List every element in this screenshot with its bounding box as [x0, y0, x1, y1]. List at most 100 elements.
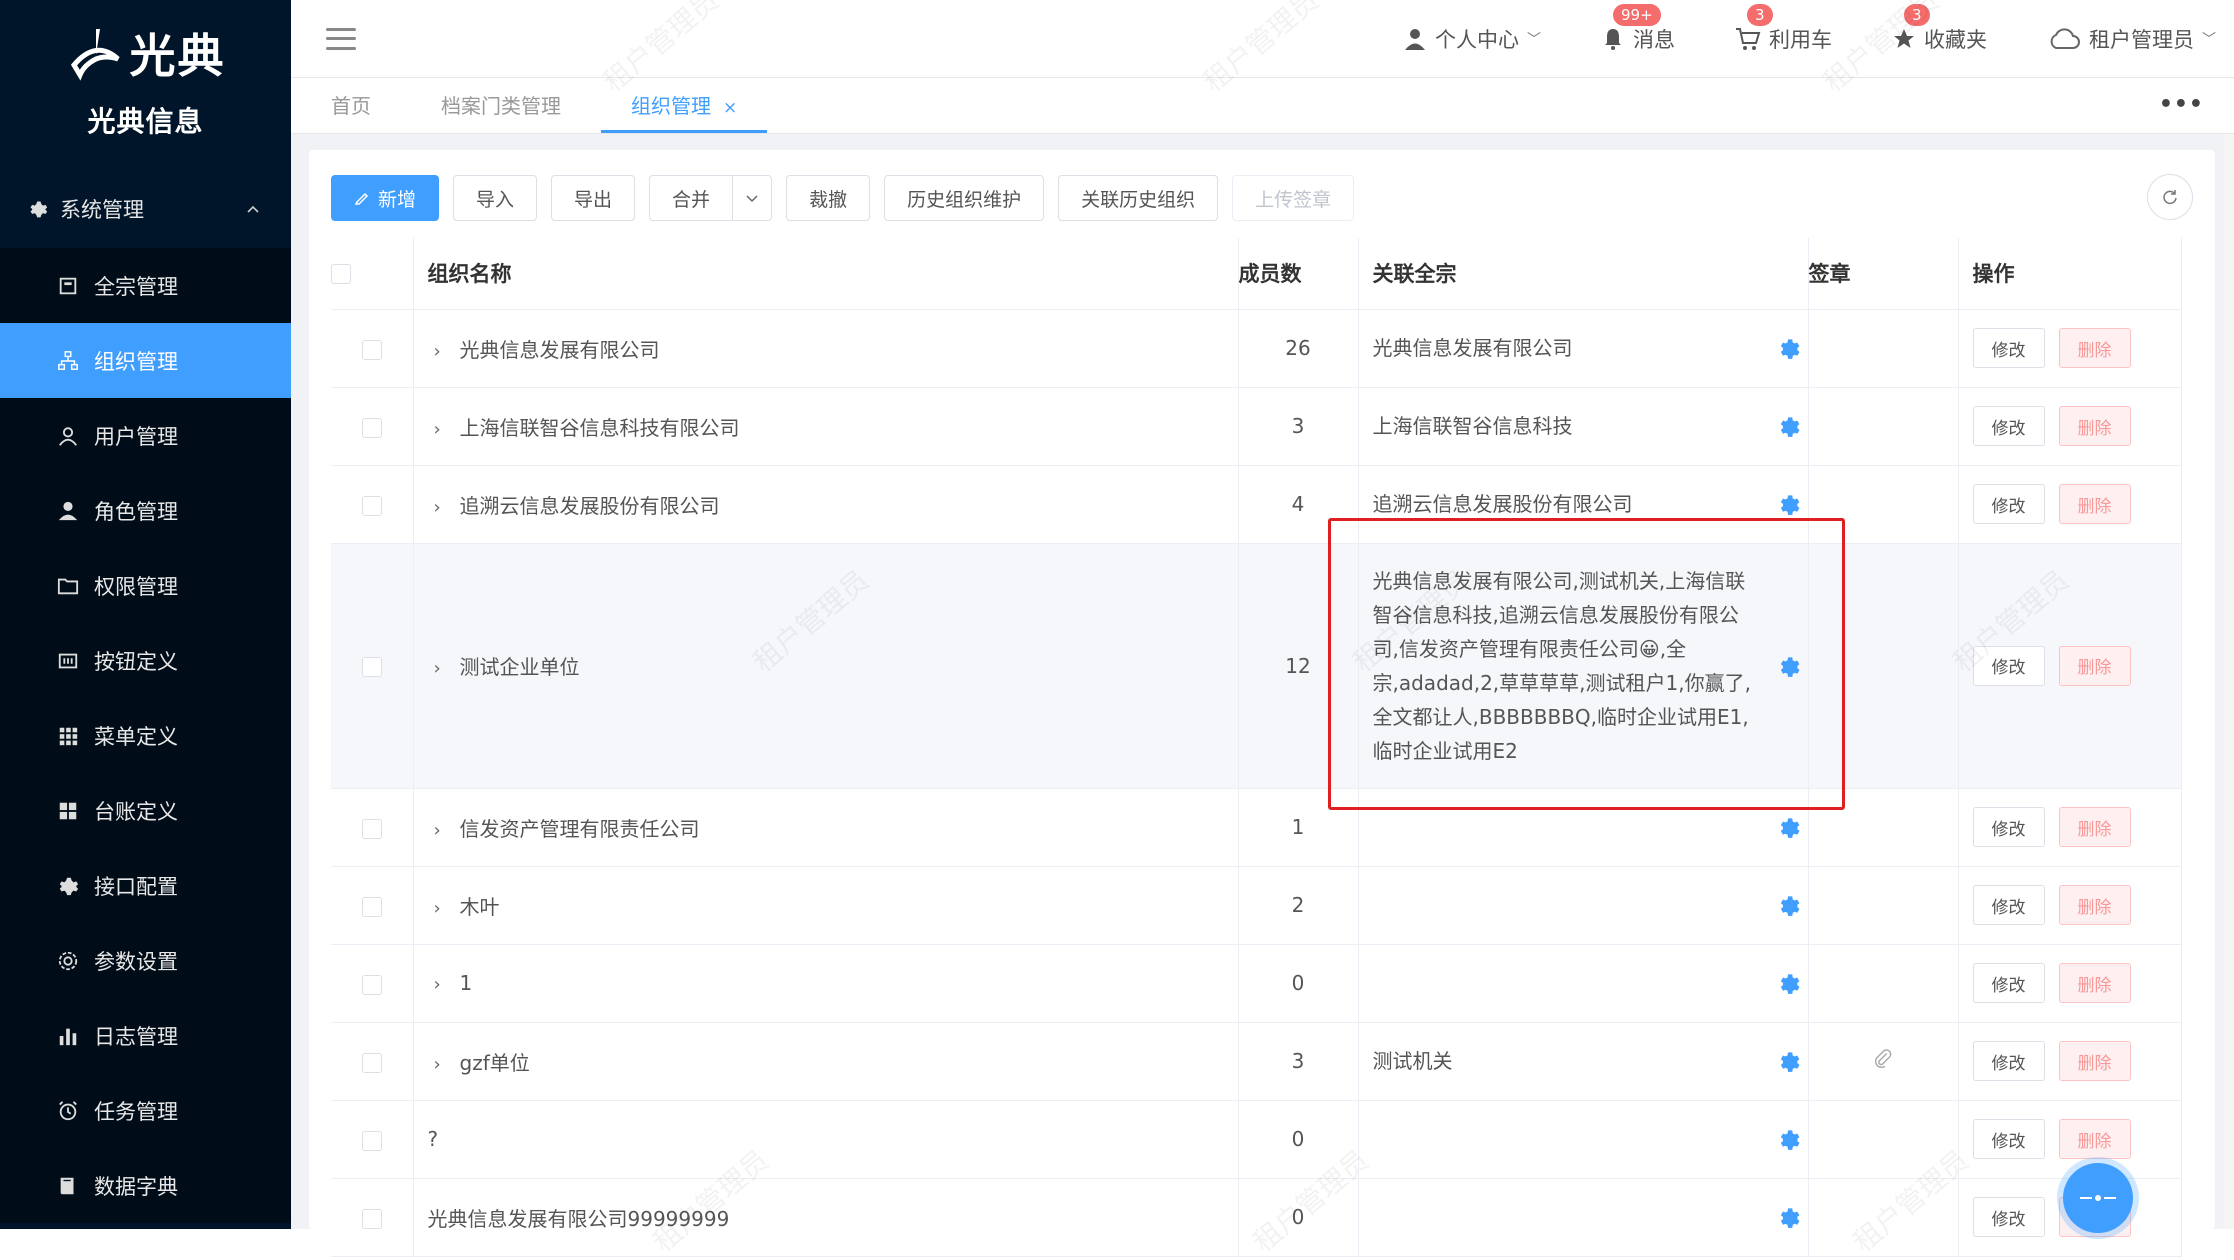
- logo[interactable]: 光典: [53, 18, 238, 88]
- sidebar-item-3[interactable]: 角色管理: [0, 473, 291, 548]
- row-checkbox[interactable]: [362, 657, 382, 677]
- settings-gear-icon[interactable]: [1768, 1048, 1808, 1074]
- history-maintain-button[interactable]: 历史组织维护: [884, 175, 1044, 221]
- row-checkbox[interactable]: [362, 819, 382, 839]
- delete-button[interactable]: 删除: [2059, 885, 2131, 925]
- settings-gear-icon[interactable]: [1768, 1126, 1808, 1152]
- sidebar-item-1[interactable]: 组织管理: [0, 323, 291, 398]
- tab-archive-category[interactable]: 档案门类管理: [411, 90, 591, 133]
- refresh-button[interactable]: [2147, 174, 2193, 220]
- settings-gear-icon[interactable]: [1768, 1204, 1808, 1230]
- delete-button[interactable]: 删除: [2059, 484, 2131, 524]
- chevron-right-icon[interactable]: ›: [434, 820, 450, 841]
- settings-gear-icon[interactable]: [1768, 653, 1808, 679]
- import-button[interactable]: 导入: [453, 175, 537, 221]
- row-checkbox[interactable]: [362, 340, 382, 360]
- delete-button[interactable]: 删除: [2059, 328, 2131, 368]
- add-button[interactable]: 新增: [331, 175, 439, 221]
- settings-gear-icon[interactable]: [1768, 491, 1808, 517]
- top-header: 个人中心 ﹀ 99+ 消息 3 利用车 3 收藏夹 租户管理员 ﹀: [291, 0, 2234, 78]
- edit-button[interactable]: 修改: [1973, 646, 2045, 686]
- delete-button[interactable]: 删除: [2059, 646, 2131, 686]
- edit-button[interactable]: 修改: [1973, 484, 2045, 524]
- row-checkbox[interactable]: [362, 496, 382, 516]
- paperclip-icon[interactable]: [1872, 1048, 1894, 1070]
- upload-seal-button[interactable]: 上传签章: [1232, 175, 1354, 221]
- settings-gear-icon[interactable]: [1768, 970, 1808, 996]
- edit-button[interactable]: 修改: [1973, 328, 2045, 368]
- sidebar-item-5[interactable]: 按钮定义: [0, 623, 291, 698]
- chevron-right-icon[interactable]: ›: [434, 898, 450, 919]
- delete-button[interactable]: 删除: [2059, 963, 2131, 1003]
- table-row[interactable]: ›木叶2修改删除: [331, 866, 2181, 944]
- table-row[interactable]: ›追溯云信息发展股份有限公司4追溯云信息发展股份有限公司修改删除: [331, 465, 2181, 543]
- delete-button[interactable]: 删除: [2059, 406, 2131, 446]
- table-row[interactable]: ›上海信联智谷信息科技有限公司3上海信联智谷信息科技修改删除: [331, 387, 2181, 465]
- chevron-right-icon[interactable]: ›: [434, 419, 450, 440]
- chevron-right-icon[interactable]: ›: [434, 497, 450, 518]
- personal-center-dropdown[interactable]: 个人中心 ﹀: [1403, 24, 1541, 54]
- edit-button[interactable]: 修改: [1973, 1119, 2045, 1159]
- sidebar-item-4[interactable]: 权限管理: [0, 548, 291, 623]
- edit-button[interactable]: 修改: [1973, 406, 2045, 446]
- merge-button[interactable]: 合并: [649, 175, 733, 221]
- row-checkbox[interactable]: [362, 1209, 382, 1229]
- table-row[interactable]: ›信发资产管理有限责任公司1修改删除: [331, 788, 2181, 866]
- user-dropdown[interactable]: 租户管理员 ﹀: [2047, 24, 2216, 54]
- close-icon[interactable]: ×: [723, 98, 737, 118]
- table-row[interactable]: ›gzf单位3测试机关修改删除: [331, 1022, 2181, 1100]
- edit-icon: [354, 190, 370, 206]
- row-checkbox[interactable]: [362, 975, 382, 995]
- table-row[interactable]: ›10修改删除: [331, 944, 2181, 1022]
- edit-button[interactable]: 修改: [1973, 963, 2045, 1003]
- more-icon[interactable]: •••: [2159, 92, 2204, 117]
- chevron-right-icon[interactable]: ›: [434, 1054, 450, 1075]
- sidebar-item-9[interactable]: 参数设置: [0, 923, 291, 998]
- cart-button[interactable]: 3 利用车: [1735, 24, 1832, 54]
- row-checkbox[interactable]: [362, 1131, 382, 1151]
- sidebar-item-0[interactable]: 全宗管理: [0, 248, 291, 323]
- favorites-button[interactable]: 3 收藏夹: [1892, 24, 1987, 54]
- messages-button[interactable]: 99+ 消息: [1601, 24, 1675, 54]
- sidebar-item-7[interactable]: 台账定义: [0, 773, 291, 848]
- edit-button[interactable]: 修改: [1973, 807, 2045, 847]
- sidebar-item-10[interactable]: 日志管理: [0, 998, 291, 1073]
- delete-button[interactable]: 删除: [2059, 1041, 2131, 1081]
- org-name: 1: [460, 971, 473, 995]
- delete-button[interactable]: 删除: [2059, 807, 2131, 847]
- link-history-button[interactable]: 关联历史组织: [1058, 175, 1218, 221]
- sidebar-item-12[interactable]: 数据字典: [0, 1148, 291, 1223]
- table-row[interactable]: ?0修改删除: [331, 1100, 2181, 1178]
- chevron-right-icon[interactable]: ›: [434, 658, 450, 679]
- settings-gear-icon[interactable]: [1768, 335, 1808, 361]
- select-all-checkbox[interactable]: [331, 264, 351, 284]
- tab-home[interactable]: 首页: [301, 90, 401, 133]
- row-checkbox[interactable]: [362, 1053, 382, 1073]
- tab-org-management[interactable]: 组织管理×: [601, 90, 767, 133]
- row-checkbox[interactable]: [362, 418, 382, 438]
- table-row[interactable]: ›光典信息发展有限公司26光典信息发展有限公司修改删除: [331, 309, 2181, 387]
- menu-group-system[interactable]: 系统管理: [0, 170, 291, 248]
- delete-button[interactable]: 删除: [2059, 1119, 2131, 1159]
- edit-button[interactable]: 修改: [1973, 885, 2045, 925]
- merge-dropdown-button[interactable]: [732, 175, 772, 221]
- chevron-right-icon[interactable]: ›: [434, 341, 450, 362]
- export-button[interactable]: 导出: [551, 175, 635, 221]
- edit-button[interactable]: 修改: [1973, 1041, 2045, 1081]
- sidebar-item-8[interactable]: 接口配置: [0, 848, 291, 923]
- sidebar-item-2[interactable]: 用户管理: [0, 398, 291, 473]
- table-row[interactable]: 光典信息发展有限公司999999990修改删除: [331, 1178, 2181, 1256]
- chevron-right-icon[interactable]: ›: [434, 974, 450, 995]
- row-checkbox[interactable]: [362, 897, 382, 917]
- edit-button[interactable]: 修改: [1973, 1197, 2045, 1237]
- menu-toggle-icon[interactable]: [326, 28, 356, 50]
- revoke-button[interactable]: 裁撤: [786, 175, 870, 221]
- page-scrollbar[interactable]: [2224, 134, 2234, 1229]
- settings-gear-icon[interactable]: [1768, 892, 1808, 918]
- settings-gear-icon[interactable]: [1768, 814, 1808, 840]
- table-row[interactable]: ›测试企业单位12光典信息发展有限公司,测试机关,上海信联智谷信息科技,追溯云信…: [331, 543, 2181, 788]
- sidebar-item-11[interactable]: 任务管理: [0, 1073, 291, 1148]
- sidebar-item-6[interactable]: 菜单定义: [0, 698, 291, 773]
- settings-gear-icon[interactable]: [1768, 413, 1808, 439]
- floating-assistant-button[interactable]: [2063, 1163, 2133, 1233]
